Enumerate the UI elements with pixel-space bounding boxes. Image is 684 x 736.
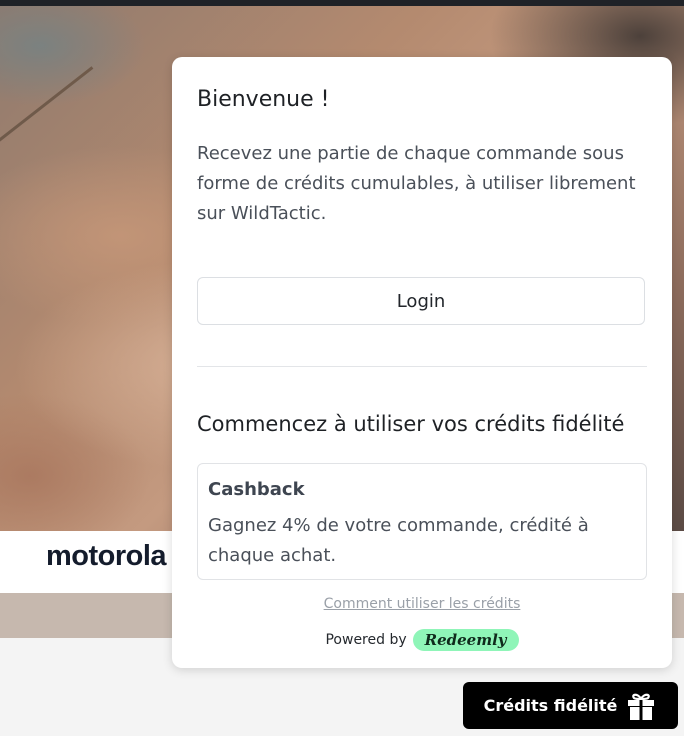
loyalty-credits-button[interactable]: Crédits fidélité	[463, 682, 678, 729]
hero-image-stick	[0, 66, 94, 149]
cashback-title: Cashback	[208, 479, 305, 500]
powered-by: Powered by Redeemly	[172, 629, 672, 651]
help-link[interactable]: Comment utiliser les crédits	[172, 596, 672, 612]
loyalty-credits-label: Crédits fidélité	[483, 696, 618, 715]
cashback-card: Cashback Gagnez 4% de votre commande, cr…	[197, 463, 647, 580]
divider	[197, 366, 647, 367]
login-button[interactable]: Login	[197, 277, 645, 325]
section-title: Commencez à utiliser vos crédits fidélit…	[197, 412, 625, 436]
motorola-logo: motorola	[46, 540, 167, 572]
modal-description: Recevez une partie de chaque commande so…	[197, 143, 636, 224]
loyalty-modal: Bienvenue ! Recevez une partie de chaque…	[172, 57, 672, 668]
modal-title: Bienvenue !	[197, 87, 330, 112]
powered-by-label: Powered by	[325, 632, 407, 648]
redeemly-logo[interactable]: Redeemly	[412, 629, 519, 651]
cashback-description: Gagnez 4% de votre commande, crédité à c…	[208, 515, 589, 566]
gift-icon	[628, 693, 655, 720]
